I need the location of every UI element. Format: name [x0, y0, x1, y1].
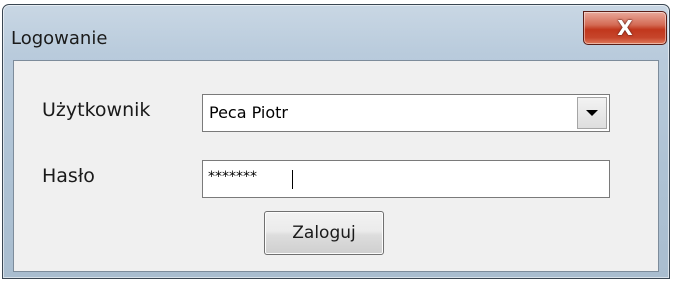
- login-button[interactable]: Zaloguj: [264, 211, 384, 255]
- user-label: Użytkownik: [42, 99, 151, 121]
- login-dialog: Logowanie X Użytkownik Peca Piotr Hasło …: [2, 4, 670, 279]
- password-label: Hasło: [42, 165, 95, 187]
- text-caret: [292, 170, 293, 189]
- user-select[interactable]: Peca Piotr: [202, 94, 610, 132]
- window-title: Logowanie: [11, 28, 108, 49]
- password-value: *******: [208, 169, 257, 185]
- user-select-value: Peca Piotr: [209, 103, 288, 122]
- password-field[interactable]: *******: [202, 160, 610, 198]
- dropdown-button[interactable]: [577, 97, 607, 129]
- close-icon: X: [617, 16, 633, 40]
- dialog-content: Użytkownik Peca Piotr Hasło ******* Zalo…: [13, 60, 659, 272]
- close-button[interactable]: X: [583, 11, 667, 45]
- chevron-down-icon: [586, 110, 598, 116]
